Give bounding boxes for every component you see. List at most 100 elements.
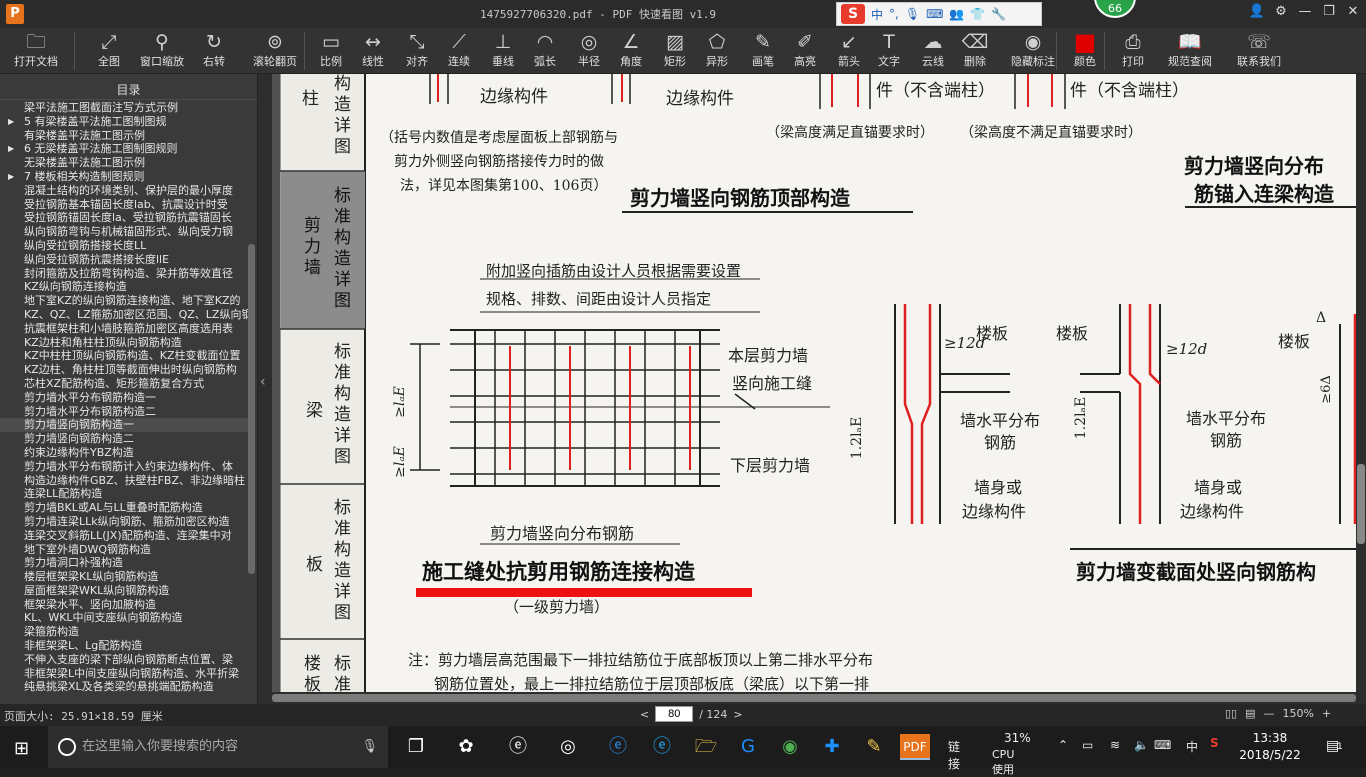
toc-item[interactable]: KZ纵向钢筋连接构造 [0,280,250,294]
pdf-viewer-task-icon[interactable]: PDF [900,734,930,760]
sogou-logo-icon[interactable]: S [841,4,865,24]
link-label[interactable]: 链接 [948,738,960,772]
tool-folder-button[interactable]: 🗀 打开文档 [10,30,62,70]
ime-toolbar[interactable]: S 中 °, 🎙 ⌨ 👥 👕 🔧 [836,2,1042,26]
toc-item[interactable]: 梁箍筋构造 [0,625,250,639]
toc-item[interactable]: 地下室KZ的纵向钢筋连接构造、地下室KZ的 [0,294,250,308]
toc-item[interactable]: 剪力墙BKL或AL与LL重叠时配筋构造 [0,501,250,515]
toc-item[interactable]: 纯悬挑梁XL及各类梁的悬挑端配筋构造 [0,680,250,694]
task-view-icon[interactable]: ❐ [402,734,430,760]
toc-item[interactable]: 无梁楼盖平法施工图示例 [0,156,250,170]
toc-item[interactable]: 不伸入支座的梁下部纵向钢筋断点位置、梁 [0,653,250,667]
file-explorer-icon[interactable]: 🗁 [692,734,720,760]
toc-item[interactable]: 构造边缘构件GBZ、扶壁柱FBZ、非边缘暗柱 [0,474,250,488]
toc-item[interactable]: 剪力墙水平分布钢筋构造一 [0,391,250,405]
toc-item[interactable]: KZ边柱、角柱柱顶等截面伸出时纵向钢筋构 [0,363,250,377]
tool-cloud-button[interactable]: ☁ 云线 [912,30,954,70]
tool-linear-measure-button[interactable]: ↔ 线性 [352,30,394,70]
tool-pen-button[interactable]: ✎ 画笔 [742,30,784,70]
tool-headset-button[interactable]: ☏ 联系我们 [1230,30,1288,70]
toc-item[interactable]: 混凝土结构的环境类别、保护层的最小厚度 [0,184,250,198]
taskbar-search-box[interactable]: 在这里输入你要搜索的内容 🎙 [48,726,388,768]
continuous-view-icon[interactable]: ▤ [1245,707,1255,720]
zoom-level[interactable]: 150% [1283,707,1314,720]
toc-item[interactable]: 地下室外墙DWQ钢筋构造 [0,543,250,557]
tool-aligned-measure-button[interactable]: ⤡ 对齐 [396,30,438,70]
document-viewer[interactable]: 柱 构造详图 剪力墙 标准构造详图 梁 标准构造详图 板 标准构造详图 楼板 标… [272,74,1356,692]
single-page-view-icon[interactable]: ▯▯ [1225,707,1237,720]
zoom-out-button[interactable]: — [1264,707,1275,720]
user-icon[interactable]: 👤 [1246,4,1268,19]
toc-item[interactable]: 纵向受拉钢筋搭接长度LL [0,239,250,253]
ime-lang[interactable]: 中 [871,6,883,23]
toc-item[interactable]: 连梁LL配筋构造 [0,487,250,501]
toc-scrollbar[interactable] [248,244,255,574]
tool-arc-length-button[interactable]: ◠ 弧长 [524,30,566,70]
note-app-icon[interactable]: ✎ [860,734,888,760]
toc-item[interactable]: ▶ 5 有梁楼盖平法施工图制图规 [0,115,250,129]
ime-mic-icon[interactable]: 🎙 [905,7,920,21]
toc-item[interactable]: 框架梁水平、竖向加腋构造 [0,598,250,612]
toc-item[interactable]: ▶ 7 楼板相关构造制图规则 [0,170,250,184]
expand-arrow-icon[interactable]: ▶ [8,142,14,156]
toc-item[interactable]: 纵向钢筋弯钩与机械锚固形式、纵向受力钢 [0,225,250,239]
tool-mouse-scroll-button[interactable]: ⊚ 滚轮翻页 [246,30,304,70]
toc-item[interactable]: 受拉钢筋锚固长度la、受拉钢筋抗震锚固长 [0,211,250,225]
toc-item[interactable]: 剪力墙洞口补强构造 [0,556,250,570]
toc-item[interactable]: 封闭箍筋及拉筋弯钩构造、梁并筋等效直径 [0,267,250,281]
swirl-app-icon[interactable]: ◎ [554,734,582,760]
tool-continuous-measure-button[interactable]: ⟋ 连续 [438,30,480,70]
tool-rectangle-area-button[interactable]: ▨ 矩形 [654,30,696,70]
tool-color-swatch-button[interactable]: ■ 颜色 [1064,30,1106,70]
toc-item[interactable]: 约束边缘构件YBZ构造 [0,446,250,460]
minimize-button[interactable]: — [1294,4,1316,19]
toc-item-selected[interactable]: 剪力墙竖向钢筋构造一 [0,418,250,433]
score-badge[interactable]: 66 [1094,0,1136,18]
toc-item[interactable]: 剪力墙连梁LLk纵向钢筋、箍筋加密区构造 [0,515,250,529]
ime-keyboard-icon[interactable]: ⌨ [926,7,943,21]
toc-item[interactable]: 非框架梁L中间支座纵向钢筋构造、水平折梁 [0,667,250,681]
clock[interactable]: 13:38 2018/5/22 [1230,730,1310,764]
toc-item[interactable]: 受拉钢筋基本锚固长度lab、抗震设计时受 [0,198,250,212]
tool-polygon-area-button[interactable]: ⬠ 异形 [696,30,738,70]
vertical-scrollbar[interactable] [1356,74,1366,704]
input-lang[interactable]: 中 [1186,738,1198,755]
toc-item[interactable]: 剪力墙水平分布钢筋计入约束边缘构件、体 [0,460,250,474]
toc-item[interactable]: 芯柱XZ配筋构造、矩形箍筋复合方式 [0,377,250,391]
pinwheel-app-icon[interactable]: ✿ [452,734,480,760]
keyboard-icon[interactable]: ⌨ [1154,738,1171,752]
tool-hide-annotation-button[interactable]: ◉ 隐藏标注 [1004,30,1062,70]
windows-start-icon[interactable]: ⊞ [14,738,29,759]
edge-browser-icon[interactable]: ⓔ [604,734,632,760]
tool-angle-button[interactable]: ∠ 角度 [610,30,652,70]
toc-item[interactable]: ▶ 6 无梁楼盖平法施工图制图规则 [0,142,250,156]
tool-highlighter-button[interactable]: ✐ 高亮 [784,30,826,70]
toc-item[interactable]: 剪力墙竖向钢筋构造二 [0,432,250,446]
tool-eraser-button[interactable]: ⌫ 删除 [954,30,996,70]
toc-item[interactable]: 抗震框架柱和小墙肢箍筋加密区高度选用表 [0,322,250,336]
zoom-in-button[interactable]: + [1322,707,1331,720]
sogou-tray-icon[interactable]: S [1210,736,1219,750]
toc-item[interactable]: 剪力墙水平分布钢筋构造二 [0,405,250,419]
tool-perpendicular-button[interactable]: ⊥ 垂线 [482,30,524,70]
tool-book-button[interactable]: 📖 规范查阅 [1164,30,1216,70]
toc-item[interactable]: KZ边柱和角柱柱顶纵向钢筋构造 [0,336,250,350]
tool-rotate-right-button[interactable]: ↻ 右转 [192,30,236,70]
green-app-icon[interactable]: ◉ [776,734,804,760]
toc-item[interactable]: KZ中柱柱顶纵向钢筋构造、KZ柱变截面位置 [0,349,250,363]
network-app-icon[interactable]: ✚ [818,734,846,760]
microphone-icon[interactable]: 🎙 [361,726,378,768]
wifi-icon[interactable]: ≋ [1110,738,1120,752]
tool-scale-button[interactable]: ▭ 比例 [310,30,352,70]
page-number-input[interactable] [655,706,694,722]
battery-icon[interactable]: ▭ [1082,738,1093,752]
horizontal-scrollbar[interactable] [272,692,1356,704]
ie-browser-icon[interactable]: ⓔ [648,734,676,760]
ime-skin-icon[interactable]: 👕 [970,7,985,21]
toc-item[interactable]: 有梁楼盖平法施工图示例 [0,129,250,143]
tool-arrow-button[interactable]: ↙ 箭头 [828,30,870,70]
ime-tools-icon[interactable]: 🔧 [991,7,1006,21]
g-app-icon[interactable]: G [734,734,762,760]
prev-page-button[interactable]: < [640,708,649,721]
horizontal-scroll-thumb[interactable] [272,694,1356,702]
